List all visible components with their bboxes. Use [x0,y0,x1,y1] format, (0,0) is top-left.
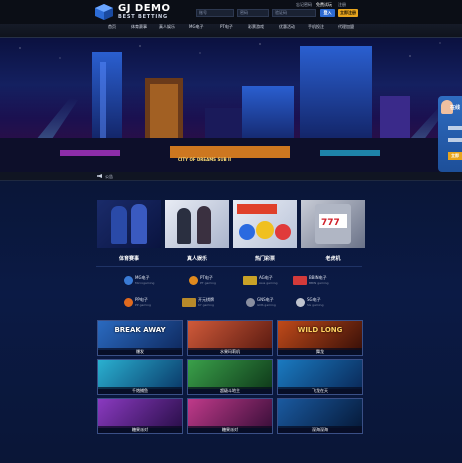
game-tile-fruit[interactable]: 水果玛莉机 [187,320,273,356]
forgot-password-link[interactable]: 忘记密码 [296,2,312,8]
game-art [188,399,272,428]
game-art [98,399,182,428]
hero-banner[interactable]: CITY OF DREAMS SUB II [0,38,462,172]
provider-sub: GNS gaming [257,303,276,307]
online-chat-widget[interactable]: 在线 立即 [438,96,462,172]
provider-bbin[interactable]: BBIN电子 BBIN gaming [293,275,357,287]
logo-title: GJ DEMO [118,3,171,14]
provider-pt[interactable]: PT电子 PT gaming [189,275,249,287]
free-trial-link[interactable]: 免费试玩 [316,2,332,8]
speaker-icon [97,174,102,178]
top-bar: GJ DEMO BEST BETTING 账号 密码 忘记密码 免费试玩 注册 … [0,0,462,24]
provider-sub: SG gaming [307,303,324,307]
game-tile-candy-1[interactable]: 糖果派对 [97,398,183,434]
game-tile-break-away[interactable]: BREAK AWAY 爆发 [97,320,183,356]
provider-sub: KY gaming [198,303,214,307]
ag-logo-icon [243,276,257,285]
nav-lottery[interactable]: 彩票游戏 [248,24,264,38]
game-label: 超级斗地主 [188,387,272,394]
live-dealer-art [177,208,191,244]
mg-logo-icon [124,276,133,285]
gns-logo-icon [246,298,255,307]
lottery-balls-icon [237,204,291,240]
section-divider [96,266,362,267]
provider-sub: BBIN gaming [309,281,329,285]
game-title: WILD LONG [297,326,343,334]
game-label: 糖果派对 [188,426,272,433]
live-dealer-art-2 [197,206,211,244]
provider-sub: Asia gaming [259,281,278,285]
pp-logo-icon [124,298,133,307]
provider-mg[interactable]: MG电子 Microgaming [124,275,184,287]
game-tile-candy-2[interactable]: 糖果派对 [187,398,273,434]
register-link[interactable]: 注册 [338,2,346,8]
provider-pp[interactable]: PP电子 PP gaming [124,297,184,309]
game-art [98,360,182,389]
provider-ky[interactable]: 开元棋牌 KY gaming [182,297,246,309]
main-nav: 首页 体育赛事 真人娱乐 MG电子 PT电子 彩票游戏 优惠活动 手机投注 代理… [0,24,462,38]
register-button[interactable]: 立即注册 [338,9,358,17]
sg-logo-icon [296,298,305,307]
chat-phone-1 [448,126,462,130]
game-label: 深海深海 [278,426,362,433]
logo-cube-icon [95,4,113,20]
slot-machine-icon: 777 [315,204,351,244]
nav-mg[interactable]: MG电子 [189,24,204,38]
logo-subtitle: BEST BETTING [118,14,168,20]
category-live-label[interactable]: 真人娱乐 [165,255,229,262]
category-sports-image[interactable] [97,200,161,248]
chat-label-top: 在线 [450,105,461,111]
ticker-text: 公告 [105,174,113,179]
nav-home[interactable]: 首页 [108,24,116,38]
banner-cityscape [0,42,462,172]
captcha-input[interactable]: 验证码 [272,9,316,17]
category-live-image[interactable] [165,200,229,248]
login-button[interactable]: 登入 [320,9,335,17]
nav-mobile[interactable]: 手机投注 [308,24,324,38]
game-label: 千炮捕鱼 [98,387,182,394]
banner-sign: CITY OF DREAMS SUB II [178,157,231,162]
category-slots-label[interactable]: 老虎机 [301,255,365,262]
category-lottery-image[interactable] [233,200,297,248]
game-art [278,399,362,428]
pt-logo-icon [189,276,198,285]
svg-text:777: 777 [321,218,340,228]
provider-sub: PT gaming [200,281,216,285]
game-label: 飞龙在天 [278,387,362,394]
game-art [278,360,362,389]
nav-pt[interactable]: PT电子 [220,24,233,38]
game-tile-landlord[interactable]: 超级斗地主 [187,359,273,395]
sports-player-art-2 [131,204,147,244]
category-slots-image[interactable]: 777 [301,200,365,248]
provider-sg[interactable]: SG电子 SG gaming [296,297,356,309]
game-tile-fishing[interactable]: 千炮捕鱼 [97,359,183,395]
nav-sports[interactable]: 体育赛事 [131,24,147,38]
game-tile-wild-long[interactable]: WILD LONG 舞龙 [277,320,363,356]
game-label: 爆发 [98,348,182,355]
game-label: 糖果派对 [98,426,182,433]
ky-logo-icon [182,298,196,307]
game-art [188,360,272,389]
chat-phone-2 [448,138,462,142]
username-input[interactable]: 账号 [196,9,234,17]
nav-agent[interactable]: 代理加盟 [338,24,354,38]
game-art [188,321,272,350]
chat-button[interactable]: 立即 [448,152,462,160]
category-sports-label[interactable]: 体育赛事 [97,255,161,262]
nav-promotions[interactable]: 优惠活动 [279,24,295,38]
game-label: 舞龙 [278,348,362,355]
game-title: BREAK AWAY [114,326,166,334]
announcement-ticker[interactable]: 公告 [0,172,462,181]
bbin-logo-icon [293,276,307,285]
category-lottery-label[interactable]: 热门彩票 [233,255,297,262]
game-tile-flying-dragon[interactable]: 飞龙在天 [277,359,363,395]
sports-player-art [111,206,127,244]
password-input[interactable]: 密码 [237,9,269,17]
provider-sub: PP gaming [135,303,151,307]
game-label: 水果玛莉机 [188,348,272,355]
game-tile-deep-sea[interactable]: 深海深海 [277,398,363,434]
provider-sub: Microgaming [135,281,155,285]
nav-live[interactable]: 真人娱乐 [159,24,175,38]
